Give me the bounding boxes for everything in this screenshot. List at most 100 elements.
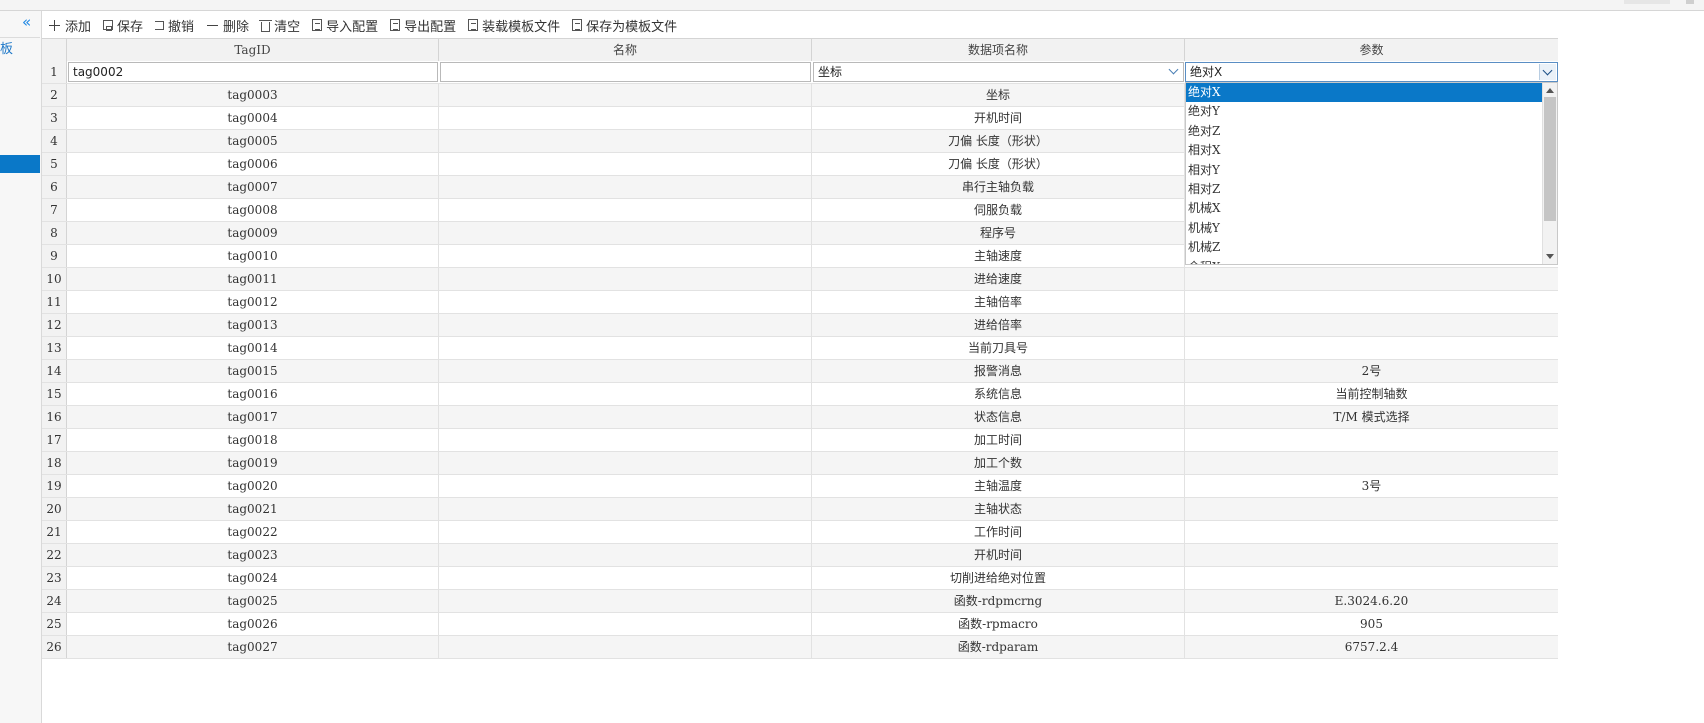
save-template-button[interactable]: 保存为模板文件 [572,16,677,35]
scrollbar-thumb[interactable] [1544,97,1556,221]
cell-name[interactable] [439,245,812,267]
cell-data-item[interactable]: 刀偏 长度（形状） [812,130,1185,152]
header-name[interactable]: 名称 [439,39,812,61]
dropdown-option[interactable]: 绝对X [1186,83,1543,102]
cell-param[interactable] [1185,291,1558,313]
cell-data-item[interactable]: 主轴速度 [812,245,1185,267]
cell-data-item[interactable]: 加工时间 [812,429,1185,451]
param-dropdown-list[interactable]: 余程X机械Z机械Y机械X相对Z相对Y相对X绝对Z绝对Y绝对X [1185,82,1558,265]
table-row[interactable]: 18 tag0019 加工个数 [42,452,1558,475]
cell-name[interactable] [439,452,812,474]
cell-tagid[interactable]: tag0017 [67,406,439,428]
cell-data-item[interactable]: 函数-rdpmcrng [812,590,1185,612]
header-param[interactable]: 参数 [1185,39,1558,61]
table-row[interactable]: 10 tag0011 进给速度 [42,268,1558,291]
cell-name[interactable] [439,107,812,129]
delete-button[interactable]: 删除 [206,16,249,35]
cell-tagid[interactable]: tag0008 [67,199,439,221]
cell-data-item[interactable]: 切削进给绝对位置 [812,567,1185,589]
cell-param[interactable]: E.3024.6.20 [1185,590,1558,612]
sidebar-item-label[interactable]: 板 [0,41,13,59]
cell-param[interactable] [1185,314,1558,336]
table-row[interactable]: 25 tag0026 函数-rpmacro 905 [42,613,1558,636]
cell-tagid[interactable]: tag0023 [67,544,439,566]
cell-name[interactable] [439,383,812,405]
cell-data-item[interactable]: 主轴状态 [812,498,1185,520]
scroll-down-icon[interactable] [1546,254,1554,259]
cell-tagid[interactable]: tag0025 [67,590,439,612]
cell-data-item[interactable]: 系统信息 [812,383,1185,405]
cell-tagid[interactable]: tag0026 [67,613,439,635]
table-row[interactable]: 17 tag0018 加工时间 [42,429,1558,452]
cell-name[interactable] [439,544,812,566]
cell-data-item[interactable]: 坐标 [812,84,1185,106]
cell-param[interactable]: 2号 [1185,360,1558,382]
cell-tagid[interactable]: tag0027 [67,636,439,658]
cell-name[interactable] [439,406,812,428]
cell-name[interactable] [439,337,812,359]
cell-param[interactable] [1185,544,1558,566]
cell-tagid[interactable]: tag0013 [67,314,439,336]
save-button[interactable]: 保存 [103,16,143,35]
cell-tagid[interactable]: tag0004 [67,107,439,129]
dropdown-scrollbar[interactable] [1542,83,1557,264]
cell-param[interactable]: 当前控制轴数 [1185,383,1558,405]
cell-data-item[interactable]: 程序号 [812,222,1185,244]
cell-name[interactable] [439,199,812,221]
cell-data-item[interactable]: 串行主轴负载 [812,176,1185,198]
cell-name[interactable] [439,268,812,290]
cell-tagid[interactable]: tag0016 [67,383,439,405]
cell-data-item[interactable]: 函数-rdparam [812,636,1185,658]
cell-data-item[interactable]: 刀偏 长度（形状） [812,153,1185,175]
table-row[interactable]: 20 tag0021 主轴状态 [42,498,1558,521]
table-row[interactable]: 12 tag0013 进给倍率 [42,314,1558,337]
cell-tagid[interactable]: tag0021 [67,498,439,520]
cell-param[interactable] [1185,452,1558,474]
cell-name[interactable] [439,176,812,198]
cell-name[interactable] [439,429,812,451]
cell-tagid[interactable]: tag0003 [67,84,439,106]
cell-tagid[interactable]: tag0020 [67,475,439,497]
cell-tagid[interactable]: tag0022 [67,521,439,543]
export-config-button[interactable]: 导出配置 [390,16,456,35]
table-row[interactable]: 23 tag0024 切削进给绝对位置 [42,567,1558,590]
scroll-up-icon[interactable] [1546,88,1554,93]
cell-tagid[interactable]: tag0006 [67,153,439,175]
cell-tagid[interactable]: tag0012 [67,291,439,313]
cell-name[interactable] [439,84,812,106]
collapse-sidebar-icon[interactable]: « [22,13,36,31]
dropdown-option[interactable]: 机械Z [1186,238,1543,257]
cell-data-item[interactable]: 当前刀具号 [812,337,1185,359]
cell-param[interactable] [1185,567,1558,589]
import-config-button[interactable]: 导入配置 [312,16,378,35]
cell-name[interactable] [439,360,812,382]
table-row[interactable]: 13 tag0014 当前刀具号 [42,337,1558,360]
sidebar-item-active[interactable] [0,155,40,173]
table-row[interactable]: 22 tag0023 开机时间 [42,544,1558,567]
cell-data-item[interactable]: 开机时间 [812,544,1185,566]
cell-name[interactable] [439,475,812,497]
table-row[interactable]: 16 tag0017 状态信息 T/M 模式选择 [42,406,1558,429]
cell-name[interactable] [439,130,812,152]
load-template-button[interactable]: 装载模板文件 [468,16,560,35]
cell-tagid[interactable]: tag0007 [67,176,439,198]
cell-tagid[interactable]: tag0024 [67,567,439,589]
dropdown-option[interactable]: 机械X [1186,199,1543,218]
cell-tagid[interactable]: tag0015 [67,360,439,382]
table-row[interactable]: 15 tag0016 系统信息 当前控制轴数 [42,383,1558,406]
table-row[interactable]: 11 tag0012 主轴倍率 [42,291,1558,314]
dropdown-option[interactable]: 绝对Z [1186,122,1543,141]
table-row[interactable]: 19 tag0020 主轴温度 3号 [42,475,1558,498]
table-row[interactable]: 26 tag0027 函数-rdparam 6757.2.4 [42,636,1558,659]
cell-tagid[interactable]: tag0011 [67,268,439,290]
cell-data-item[interactable]: 状态信息 [812,406,1185,428]
header-data-item[interactable]: 数据项名称 [812,39,1185,61]
cell-data-item[interactable]: 报警消息 [812,360,1185,382]
table-row[interactable]: 24 tag0025 函数-rdpmcrng E.3024.6.20 [42,590,1558,613]
cell-name[interactable] [439,521,812,543]
cell-name[interactable] [439,222,812,244]
dropdown-option[interactable]: 相对Y [1186,161,1543,180]
cell-param[interactable] [1185,498,1558,520]
dropdown-option[interactable]: 绝对Y [1186,102,1543,121]
cell-data-item[interactable]: 伺服负载 [812,199,1185,221]
